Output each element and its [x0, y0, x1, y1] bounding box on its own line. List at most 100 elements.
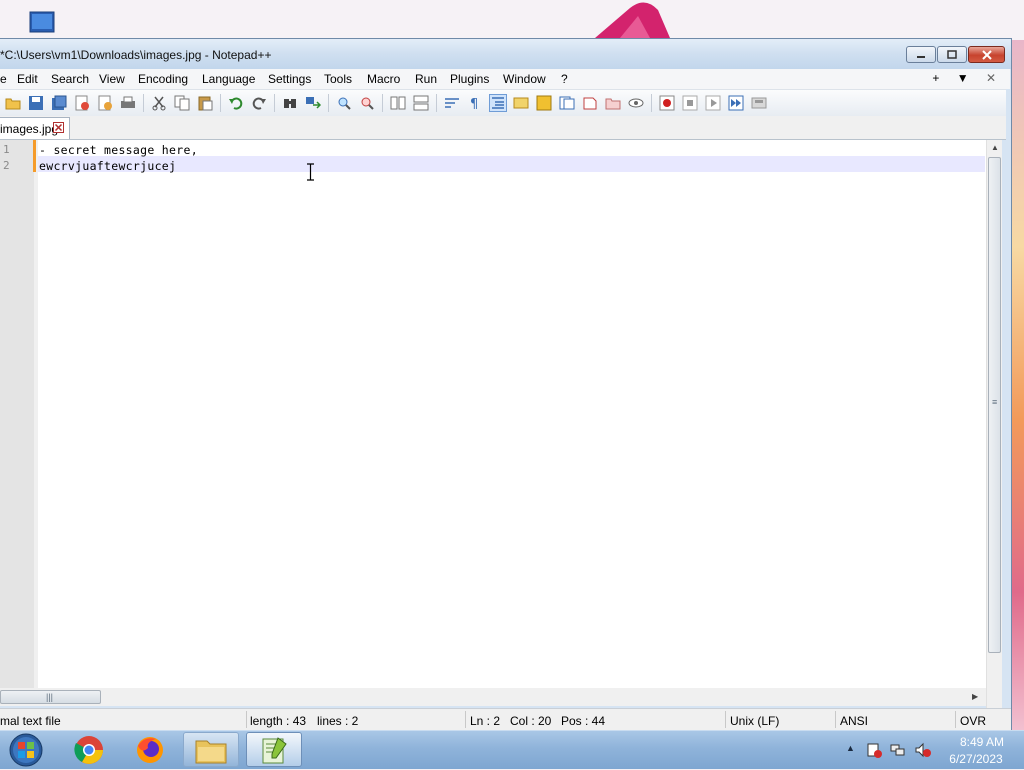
tab-controls: + ▼ ✕ [918, 71, 996, 85]
close-button[interactable] [968, 46, 1005, 63]
clock-time[interactable]: 8:49 AM [952, 735, 1012, 749]
menu-macro[interactable]: Macro [367, 72, 400, 86]
menu-plugins[interactable]: Plugins [450, 72, 489, 86]
zoom-out-icon[interactable] [358, 94, 376, 112]
toolbar-separator [274, 94, 275, 112]
menu-language[interactable]: Language [202, 72, 255, 86]
menu-settings[interactable]: Settings [268, 72, 311, 86]
redo-icon[interactable] [250, 94, 268, 112]
show-all-chars-icon[interactable]: ¶ [466, 94, 484, 112]
close-tab-button[interactable]: ✕ [986, 71, 996, 85]
stop-macro-icon[interactable] [681, 94, 699, 112]
tab-images-jpg[interactable]: images.jpg [0, 117, 70, 139]
vertical-scrollbar[interactable]: ▲ ≡ ▼ [986, 140, 1002, 721]
horizontal-scrollbar[interactable]: ||| ▶ [0, 688, 986, 706]
function-list-icon[interactable] [558, 94, 576, 112]
svg-text:¶: ¶ [470, 97, 478, 111]
maximize-button[interactable] [937, 46, 967, 63]
change-marker [33, 140, 36, 156]
monitoring-icon[interactable] [627, 94, 645, 112]
taskbar: ▲ 8:49 AM 6/27/2023 [0, 730, 1024, 769]
chrome-taskbar-button[interactable] [61, 732, 117, 767]
change-marker [33, 156, 36, 172]
horizontal-scroll-thumb[interactable]: ||| [0, 690, 101, 704]
code-line[interactable]: - secret message here, [39, 143, 198, 157]
scroll-up-icon[interactable]: ▲ [991, 143, 999, 152]
cut-icon[interactable] [150, 94, 168, 112]
grip-icon: ||| [46, 692, 54, 702]
udl-icon[interactable] [512, 94, 530, 112]
code-line[interactable]: ewcrvjuaftewcrjucej [39, 159, 176, 173]
tab-label: images.jpg [0, 122, 59, 136]
status-typing-mode[interactable]: OVR [960, 714, 986, 728]
sync-horizontal-icon[interactable] [412, 94, 430, 112]
show-hidden-icons-icon[interactable]: ▲ [846, 743, 855, 753]
menu-help[interactable]: ? [561, 72, 568, 86]
menu-run[interactable]: Run [415, 72, 437, 86]
status-separator [835, 711, 836, 728]
menu-tools[interactable]: Tools [324, 72, 352, 86]
firefox-taskbar-button[interactable] [122, 732, 178, 767]
network-icon[interactable] [890, 742, 906, 758]
wallpaper-shape [595, 2, 670, 38]
volume-muted-icon[interactable] [914, 742, 932, 758]
print-icon[interactable] [119, 94, 137, 112]
save-icon[interactable] [27, 94, 45, 112]
run-macro-multiple-icon[interactable] [727, 94, 745, 112]
close-all-icon[interactable] [96, 94, 114, 112]
open-file-icon[interactable] [4, 94, 22, 112]
word-wrap-icon[interactable] [443, 94, 461, 112]
doc-map-icon[interactable] [535, 94, 553, 112]
chrome-icon [74, 735, 103, 764]
status-separator [725, 711, 726, 728]
wallpaper-edge [1012, 40, 1024, 730]
menu-file[interactable]: e [0, 72, 7, 86]
copy-icon[interactable] [173, 94, 191, 112]
toolbar-separator [651, 94, 652, 112]
record-macro-icon[interactable] [658, 94, 676, 112]
sync-vertical-icon[interactable] [389, 94, 407, 112]
file-explorer-taskbar-button[interactable] [183, 732, 239, 767]
new-tab-button[interactable]: + [932, 71, 939, 85]
find-icon[interactable] [281, 94, 299, 112]
zoom-in-icon[interactable] [335, 94, 353, 112]
text-editor[interactable]: 1 2 - secret message here, ewcrvjuaftewc… [0, 140, 1001, 688]
start-button[interactable] [6, 733, 46, 767]
folder-workspace-icon[interactable] [581, 94, 599, 112]
status-encoding[interactable]: ANSI [840, 714, 868, 728]
action-center-icon[interactable] [866, 742, 882, 758]
save-all-icon[interactable] [50, 94, 68, 112]
folder-icon [195, 740, 227, 763]
minimize-button[interactable] [906, 46, 936, 63]
save-macro-icon[interactable] [750, 94, 768, 112]
computer-desktop-icon[interactable] [14, 8, 60, 38]
vertical-scroll-thumb[interactable]: ≡ [988, 157, 1001, 653]
folder-icon[interactable] [604, 94, 622, 112]
tab-list-button[interactable]: ▼ [957, 71, 969, 85]
menu-encoding[interactable]: Encoding [138, 72, 188, 86]
menu-edit[interactable]: Edit [17, 72, 38, 86]
firefox-icon [137, 736, 163, 763]
title-bar[interactable]: *C:\Users\vm1\Downloads\images.jpg - Not… [0, 39, 1011, 69]
close-file-icon[interactable] [73, 94, 91, 112]
status-col: Col : 20 [510, 714, 552, 728]
notepadpp-window: *C:\Users\vm1\Downloads\images.jpg - Not… [0, 38, 1012, 731]
paste-icon[interactable] [196, 94, 214, 112]
menu-view[interactable]: View [99, 72, 125, 86]
tab-close-icon[interactable] [53, 122, 64, 133]
status-eol[interactable]: Unix (LF) [730, 714, 779, 728]
replace-icon[interactable] [304, 94, 322, 112]
status-separator [465, 711, 466, 728]
fold-margin [34, 140, 38, 688]
scroll-right-icon[interactable]: ▶ [972, 692, 978, 701]
status-bar: mal text file length : 43 lines : 2 Ln :… [0, 708, 1011, 731]
status-file-type: mal text file [0, 714, 61, 728]
clock-date[interactable]: 6/27/2023 [946, 752, 1006, 766]
menu-window[interactable]: Window [503, 72, 546, 86]
play-macro-icon[interactable] [704, 94, 722, 112]
notepad-plus-plus-icon [262, 736, 287, 763]
indent-guide-icon[interactable] [489, 94, 507, 112]
undo-icon[interactable] [227, 94, 245, 112]
notepad-plus-plus-taskbar-button[interactable] [246, 732, 302, 767]
menu-search[interactable]: Search [51, 72, 89, 86]
